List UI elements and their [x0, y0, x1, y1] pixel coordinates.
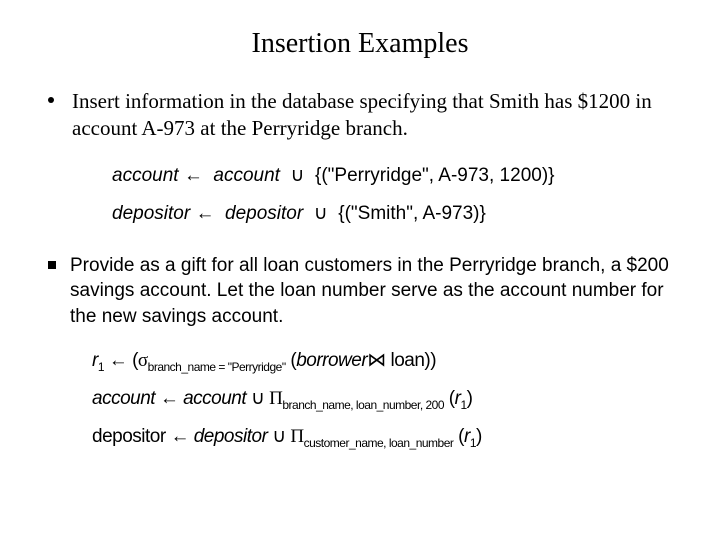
f1-lhs: account: [112, 165, 179, 186]
union-icon: ∪: [272, 426, 285, 447]
bullet-dot-icon: [48, 97, 54, 103]
formula-5: depositor ← depositor ∪ Πcustomer_name, …: [92, 418, 672, 456]
f5-lhs: depositor: [92, 426, 166, 447]
assign-icon: ←: [160, 388, 179, 409]
f5-pisub: customer_name, loan_number: [304, 436, 454, 450]
f5-rhs: depositor: [194, 426, 268, 447]
bullet-item-1: Insert information in the database speci…: [48, 88, 672, 143]
f4-rhs: account: [183, 388, 246, 409]
formula-block-2: r1 ← (σbranch_name = "Perryridge" (borro…: [92, 342, 672, 456]
f4-pisub: branch_name, loan_number, 200: [282, 398, 444, 412]
pi-icon: Π: [290, 426, 303, 447]
formula-3: r1 ← (σbranch_name = "Perryridge" (borro…: [92, 342, 672, 380]
f5-rsub: 1: [470, 436, 476, 450]
f5-r: r: [464, 426, 470, 447]
f1-rhs: account: [213, 165, 280, 186]
join-icon: ⋈: [367, 350, 386, 371]
formula-block-1: account ← account ∪ {("Perryridge", A-97…: [112, 157, 672, 233]
f3-r: r: [92, 350, 98, 371]
bullet-1-text: Insert information in the database speci…: [72, 88, 672, 143]
slide: Insertion Examples Insert information in…: [0, 0, 720, 480]
pi-icon: Π: [269, 388, 282, 409]
formula-1: account ← account ∪ {("Perryridge", A-97…: [112, 157, 672, 195]
f1-set: {("Perryridge", A-973, 1200)}: [315, 165, 555, 186]
f2-rhs: depositor: [225, 203, 303, 224]
f2-lhs: depositor: [112, 203, 190, 224]
bullet-2-text: Provide as a gift for all loan customers…: [70, 253, 672, 330]
f2-set: {("Smith", A-973)}: [338, 203, 486, 224]
formula-4: account ← account ∪ Πbranch_name, loan_n…: [92, 380, 672, 418]
sigma-icon: σ: [138, 350, 148, 371]
f3-sigmasub: branch_name = "Perryridge": [148, 360, 286, 374]
assign-icon: ←: [109, 350, 128, 371]
f4-lhs: account: [92, 388, 155, 409]
assign-icon: ←: [195, 203, 214, 224]
union-icon: ∪: [251, 388, 264, 409]
bullet-item-2: Provide as a gift for all loan customers…: [74, 253, 672, 330]
f4-rsub: 1: [460, 398, 466, 412]
f3-rsub: 1: [98, 360, 104, 374]
union-icon: ∪: [314, 203, 328, 224]
f3-loan: loan: [390, 350, 424, 371]
union-icon: ∪: [291, 165, 305, 186]
bullet-list: Insert information in the database speci…: [48, 88, 672, 456]
formula-2: depositor ← depositor ∪ {("Smith", A-973…: [112, 195, 672, 233]
assign-icon: ←: [184, 165, 203, 186]
f3-borrower: borrower: [296, 350, 367, 371]
slide-title: Insertion Examples: [48, 28, 672, 60]
bullet-square-icon: [48, 261, 56, 269]
assign-icon: ←: [170, 426, 189, 447]
